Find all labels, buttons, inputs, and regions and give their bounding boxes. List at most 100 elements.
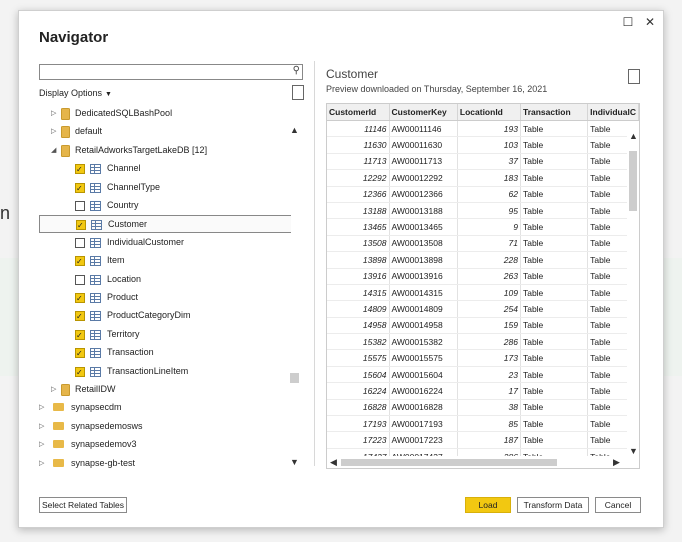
checkbox[interactable] bbox=[75, 201, 85, 211]
table-cell: 17 bbox=[457, 382, 521, 400]
table-row: 15575 AW00015575 173 Table Table bbox=[327, 349, 639, 367]
folder-icon bbox=[53, 403, 64, 412]
column-header[interactable]: CustomerKey bbox=[389, 104, 458, 121]
scroll-up-icon[interactable]: ▲ bbox=[629, 131, 638, 141]
checkbox[interactable] bbox=[75, 253, 85, 270]
expand-right-icon[interactable]: ▷ bbox=[51, 123, 56, 140]
table-cell: 193 bbox=[457, 120, 521, 138]
search-icon[interactable]: ⚲ bbox=[293, 65, 300, 76]
table-cell: 17223 bbox=[327, 431, 390, 449]
table-cell: 13465 bbox=[327, 218, 390, 236]
checkbox[interactable] bbox=[75, 180, 85, 197]
tree-item[interactable]: ChannelType bbox=[39, 179, 291, 197]
tree-item[interactable]: ▷ DedicatedSQLBashPool bbox=[39, 105, 291, 122]
column-header[interactable]: LocationId bbox=[457, 104, 521, 121]
checkbox[interactable] bbox=[75, 161, 85, 178]
tree-item-label: synapsedemosws bbox=[71, 420, 143, 431]
database-icon bbox=[61, 126, 70, 139]
column-header[interactable]: Transaction bbox=[520, 104, 589, 121]
checkbox[interactable] bbox=[75, 345, 85, 362]
scrollbar-thumb[interactable] bbox=[629, 151, 637, 211]
database-icon bbox=[61, 384, 70, 396]
table-icon bbox=[90, 182, 101, 193]
checkbox[interactable] bbox=[75, 237, 85, 248]
scroll-down-icon[interactable]: ▼ bbox=[629, 446, 638, 456]
checkbox[interactable] bbox=[75, 274, 85, 285]
tree-scrollbar[interactable]: ▲ ▼ bbox=[288, 105, 301, 468]
tree-item[interactable]: Product bbox=[39, 289, 291, 307]
column-header[interactable]: IndividualC bbox=[587, 104, 639, 121]
column-header[interactable]: CustomerId bbox=[327, 104, 390, 121]
table-icon bbox=[90, 329, 101, 340]
transform-data-button[interactable]: Transform Data bbox=[517, 497, 589, 513]
refresh-icon[interactable] bbox=[292, 85, 304, 100]
search-input[interactable]: ⚲ bbox=[39, 64, 303, 80]
tree-item[interactable]: Location bbox=[39, 271, 291, 288]
expand-down-icon[interactable]: ◢ bbox=[51, 142, 56, 159]
table-cell: Table bbox=[520, 120, 589, 138]
expand-right-icon[interactable]: ▷ bbox=[51, 105, 56, 122]
table-icon bbox=[90, 293, 101, 303]
preview-vertical-scrollbar[interactable]: ▲ ▼ bbox=[627, 121, 639, 456]
expand-right-icon[interactable]: ▷ bbox=[51, 381, 56, 398]
tree-item-label: Location bbox=[107, 273, 142, 284]
select-related-tables-button[interactable]: Select Related Tables bbox=[39, 497, 127, 513]
checkbox[interactable] bbox=[76, 217, 86, 234]
cancel-button[interactable]: Cancel bbox=[595, 497, 641, 513]
table-cell: Table bbox=[520, 366, 589, 384]
table-cell: AW00016828 bbox=[389, 399, 458, 417]
table-cell: AW00013188 bbox=[389, 202, 458, 220]
tree-item[interactable]: ◢ RetailAdworksTargetLakeDB [12] bbox=[39, 142, 291, 159]
tree-item-label: Transaction bbox=[107, 347, 154, 358]
tree-item[interactable]: Customer bbox=[39, 215, 291, 234]
tree-item[interactable]: ▷ synapsedemov3 bbox=[39, 436, 291, 453]
load-button[interactable]: Load bbox=[465, 497, 511, 513]
scroll-left-icon[interactable]: ◀ bbox=[330, 457, 337, 468]
scroll-up-icon[interactable]: ▲ bbox=[290, 125, 299, 135]
checkbox[interactable] bbox=[75, 290, 85, 307]
table-cell: AW00014315 bbox=[389, 284, 458, 302]
tree-item[interactable]: TransactionLineItem bbox=[39, 363, 291, 381]
tree-item[interactable]: ▷ default bbox=[39, 123, 291, 140]
maximize-icon[interactable]: ☐ bbox=[621, 15, 635, 29]
table-cell: AW00014958 bbox=[389, 317, 458, 335]
scrollbar-thumb[interactable] bbox=[290, 373, 299, 383]
tree-item[interactable]: Country bbox=[39, 197, 291, 214]
checkbox[interactable] bbox=[75, 327, 85, 344]
tree-item-label: IndividualCustomer bbox=[107, 236, 185, 247]
tree-item-label: Product bbox=[107, 292, 139, 302]
tree-item[interactable]: ProductCategoryDim bbox=[39, 307, 291, 325]
tree-item[interactable]: IndividualCustomer bbox=[39, 234, 291, 251]
preview-subtitle: Preview downloaded on Thursday, Septembe… bbox=[326, 84, 548, 94]
table-cell: 37 bbox=[457, 153, 521, 171]
table-row: 15604 AW00015604 23 Table Table bbox=[327, 366, 639, 384]
table-row: 14958 AW00014958 159 Table Table bbox=[327, 317, 639, 335]
scroll-right-icon[interactable]: ▶ bbox=[613, 457, 620, 468]
scrollbar-thumb[interactable] bbox=[341, 459, 557, 466]
tree-item[interactable]: Transaction bbox=[39, 344, 291, 362]
scroll-down-icon[interactable]: ▼ bbox=[290, 457, 299, 467]
tree-item[interactable]: ▷ synapsecdm bbox=[39, 399, 291, 416]
display-options-dropdown[interactable]: Display Options ▼ bbox=[39, 88, 112, 98]
table-cell: Table bbox=[520, 186, 589, 203]
expand-right-icon[interactable]: ▷ bbox=[39, 455, 44, 468]
tree-item[interactable]: ▷ synapsedemosws bbox=[39, 418, 291, 435]
expand-right-icon[interactable]: ▷ bbox=[39, 418, 44, 435]
tree-item[interactable]: Channel bbox=[39, 160, 291, 178]
table-icon bbox=[90, 256, 101, 267]
tree-item[interactable]: Item bbox=[39, 252, 291, 270]
table-cell: 85 bbox=[457, 415, 521, 433]
preview-horizontal-scrollbar[interactable]: ◀ ▶ bbox=[327, 456, 639, 468]
table-cell: 228 bbox=[457, 251, 521, 269]
table-cell: Table bbox=[520, 235, 589, 253]
tree-item[interactable]: Territory bbox=[39, 326, 291, 344]
tree-item[interactable]: ▷ RetailIDW bbox=[39, 381, 291, 398]
close-icon[interactable]: ✕ bbox=[643, 15, 657, 29]
expand-right-icon[interactable]: ▷ bbox=[39, 399, 44, 416]
expand-right-icon[interactable]: ▷ bbox=[39, 436, 44, 453]
preview-refresh-icon[interactable] bbox=[628, 69, 640, 84]
checkbox[interactable] bbox=[75, 308, 85, 325]
table-cell: 14809 bbox=[327, 300, 390, 318]
tree-item[interactable]: ▷ synapse-gb-test bbox=[39, 455, 291, 468]
checkbox[interactable] bbox=[75, 364, 85, 381]
